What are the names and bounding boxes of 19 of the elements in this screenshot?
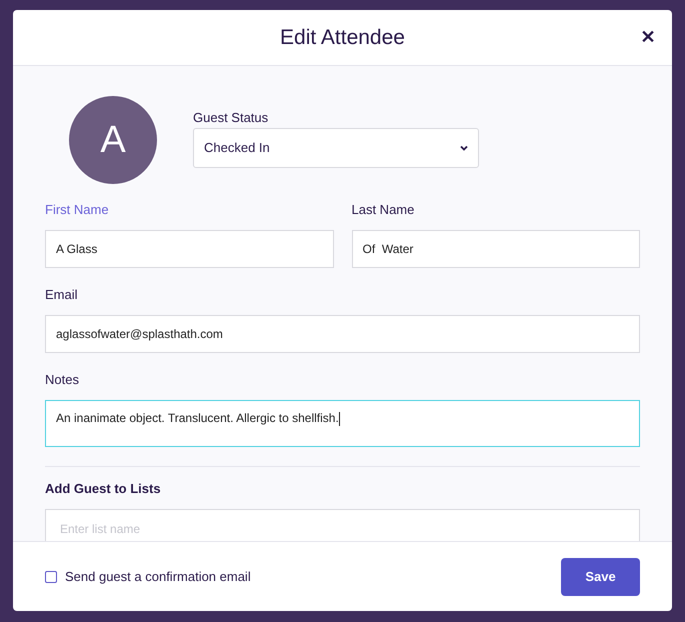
avatar: A bbox=[69, 96, 157, 184]
section-heading: Add Guest to Lists bbox=[45, 481, 162, 497]
field-label: First Name bbox=[45, 202, 110, 218]
close-button[interactable]: ✕ bbox=[636, 25, 660, 49]
field-label: Last Name bbox=[352, 202, 416, 218]
status-dropdown[interactable]: Checked In bbox=[193, 128, 479, 168]
notes-field[interactable]: An inanimate object. Translucent. Allergic to shellfish. bbox=[45, 400, 640, 447]
chevron-down-icon bbox=[460, 145, 468, 151]
checkbox[interactable] bbox=[45, 570, 57, 582]
text-field[interactable]: A Glass bbox=[45, 230, 334, 268]
field-label: Guest Status bbox=[193, 110, 270, 126]
list-name-field[interactable]: Enter list name bbox=[45, 509, 640, 541]
checkbox-label: Send guest a confirmation email bbox=[65, 568, 251, 586]
field-label: Notes bbox=[45, 372, 80, 388]
save-button[interactable]: Save bbox=[561, 558, 640, 596]
email-field[interactable]: aglassofwater@splasthath.com bbox=[45, 315, 640, 353]
dialog-title: Edit Attendee bbox=[280, 24, 405, 51]
text-field[interactable]: Of Water bbox=[352, 230, 640, 268]
field-label: Email bbox=[45, 287, 79, 303]
